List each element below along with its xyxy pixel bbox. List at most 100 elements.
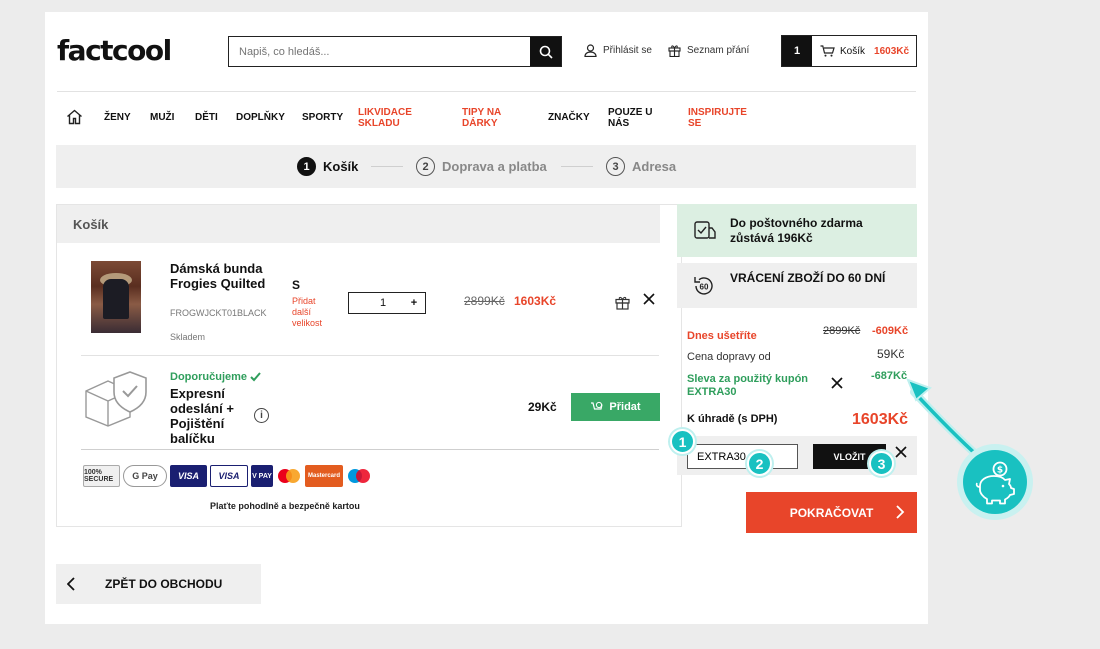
- back-to-shop-button[interactable]: ZPĚT DO OBCHODU: [56, 564, 261, 604]
- step-cart: 1 Košík: [297, 157, 358, 176]
- search-button[interactable]: [530, 37, 561, 66]
- search-bar: [228, 36, 562, 67]
- cart-count: 1: [782, 36, 812, 66]
- nav-item-deti[interactable]: DĚTI: [195, 112, 218, 123]
- login-label: Přihlásit se: [603, 45, 652, 56]
- step-number: 3: [606, 157, 625, 176]
- visa-logo: VISA: [170, 465, 207, 487]
- delivery-truck-icon: [694, 221, 716, 239]
- return-days: 60: [700, 283, 709, 292]
- step-shipping: 2 Doprava a platba: [416, 157, 547, 176]
- user-icon: [584, 44, 597, 57]
- cart-total: 1603Kč: [874, 45, 910, 57]
- vpay-logo: V PAY: [251, 465, 273, 487]
- product-old-price: 2899Kč: [464, 294, 505, 308]
- wishlist-link[interactable]: Seznam přání: [668, 44, 749, 57]
- coupon-discount-label: Sleva za použitý kupón EXTRA30: [687, 373, 809, 398]
- payment-text: Plaťte pohodlně a bezpečně kartou: [210, 501, 360, 511]
- row-divider: [81, 449, 659, 450]
- gift-icon: [668, 45, 681, 57]
- gift-icon: [615, 296, 630, 310]
- remove-coupon-button[interactable]: [831, 376, 843, 394]
- back-label: ZPĚT DO OBCHODU: [105, 577, 223, 591]
- nav-item-sporty[interactable]: SPORTY: [302, 112, 343, 123]
- info-icon[interactable]: i: [254, 408, 269, 423]
- savings-label: Dnes ušetříte: [687, 330, 757, 342]
- product-price: 1603Kč: [514, 294, 557, 308]
- maestro-logo: [346, 465, 372, 487]
- mastercard-card-logo: Mastercard: [305, 465, 343, 487]
- search-icon: [539, 45, 553, 59]
- cart-panel: Košík Dámská bunda Frogies Quilted FROGW…: [56, 204, 682, 527]
- quantity-value[interactable]: 1: [349, 297, 403, 309]
- product-image[interactable]: [91, 261, 141, 333]
- quantity-stepper[interactable]: 1 +: [348, 292, 426, 314]
- chevron-right-icon: [896, 505, 905, 519]
- recommended-text: Doporučujeme: [170, 371, 248, 383]
- nav-item-likvidace[interactable]: LIKVIDACE SKLADU: [358, 107, 428, 129]
- continue-button[interactable]: POKRAČOVAT: [746, 492, 917, 533]
- svg-text:$: $: [997, 466, 1003, 476]
- step-badge-3: 3: [869, 451, 894, 476]
- product-size: S: [292, 278, 301, 292]
- step-badge-2: 2: [747, 451, 772, 476]
- cart-button[interactable]: 1 Košík 1603Kč: [781, 35, 917, 67]
- product-stock: Skladem: [170, 332, 206, 342]
- savings-old-price: 2899Kč: [823, 325, 861, 337]
- nav-item-inspirujte[interactable]: INSPIRUJTE SE: [688, 107, 750, 129]
- nav-item-znacky[interactable]: ZNAČKY: [548, 112, 590, 123]
- cart-label: Košík: [840, 45, 866, 57]
- savings-value: -609Kč: [872, 325, 909, 337]
- step-address: 3 Adresa: [606, 157, 676, 176]
- step-number: 2: [416, 157, 435, 176]
- returns-banner: 60 VRÁCENÍ ZBOŽÍ DO 60 DNÍ: [677, 263, 917, 308]
- home-link[interactable]: [66, 109, 83, 130]
- google-pay-logo: G Pay: [123, 465, 167, 487]
- add-extra-button[interactable]: Přidat: [571, 393, 660, 421]
- nav-item-doplnky[interactable]: DOPLŇKY: [236, 112, 285, 123]
- visa-electron-logo: VISA: [210, 465, 248, 487]
- nav-item-muzi[interactable]: MUŽI: [150, 112, 174, 123]
- login-link[interactable]: Přihlásit se: [584, 44, 652, 57]
- gift-wrap-button[interactable]: [615, 295, 630, 315]
- header-divider: [57, 91, 916, 92]
- add-extra-label: Přidat: [609, 401, 641, 413]
- wishlist-label: Seznam přání: [687, 45, 750, 56]
- home-icon: [67, 109, 82, 125]
- free-shipping-text: Do poštovného zdarma zůstává 196Kč: [730, 216, 863, 245]
- coupon-input[interactable]: [687, 444, 798, 469]
- return-60-icon: 60: [694, 277, 713, 295]
- mastercard-logo: [276, 465, 302, 487]
- step-number: 1: [297, 157, 316, 176]
- quantity-plus-button[interactable]: +: [403, 297, 425, 309]
- step-label: Doprava a platba: [442, 159, 547, 174]
- secure-badge: 100% SECURE: [83, 465, 120, 487]
- page: factcool Přihlásit se Seznam přání 1 Koš…: [45, 12, 928, 624]
- close-icon: [643, 293, 655, 305]
- nav-item-pouze[interactable]: POUZE U NÁS: [608, 107, 658, 129]
- step-badge-1: 1: [670, 429, 695, 454]
- row-divider: [81, 355, 659, 356]
- remove-item-button[interactable]: [643, 292, 655, 310]
- free-shipping-banner: Do poštovného zdarma zůstává 196Kč: [677, 204, 917, 257]
- cart-add-icon: [591, 401, 603, 410]
- total-label: K úhradě (s DPH): [687, 413, 778, 425]
- shipping-label: Cena dopravy od: [687, 351, 771, 363]
- check-icon: [250, 372, 261, 382]
- cart-heading: Košík: [57, 205, 660, 243]
- checkout-steps: 1 Košík 2 Doprava a platba 3 Adresa: [56, 145, 916, 188]
- search-input[interactable]: [229, 37, 530, 66]
- piggy-bank-icon: $: [963, 450, 1027, 514]
- nav-item-tipy[interactable]: TIPY NA DÁRKY: [462, 107, 522, 129]
- insurance-icon: [83, 369, 149, 432]
- logo[interactable]: factcool: [57, 34, 172, 67]
- product-name[interactable]: Dámská bunda Frogies Quilted: [170, 261, 275, 291]
- payment-logos: 100% SECURE G Pay VISA VISA V PAY Master…: [83, 465, 372, 487]
- cart-icon: [820, 45, 835, 57]
- shipping-value: 59Kč: [877, 347, 905, 361]
- product-sku: FROGWJCKT01BLACK: [170, 308, 267, 318]
- returns-text: VRÁCENÍ ZBOŽÍ DO 60 DNÍ: [730, 271, 886, 285]
- nav-item-zeny[interactable]: ŽENY: [104, 112, 131, 123]
- add-size-link[interactable]: Přidat další velikost: [292, 296, 337, 329]
- step-connector: [371, 166, 403, 167]
